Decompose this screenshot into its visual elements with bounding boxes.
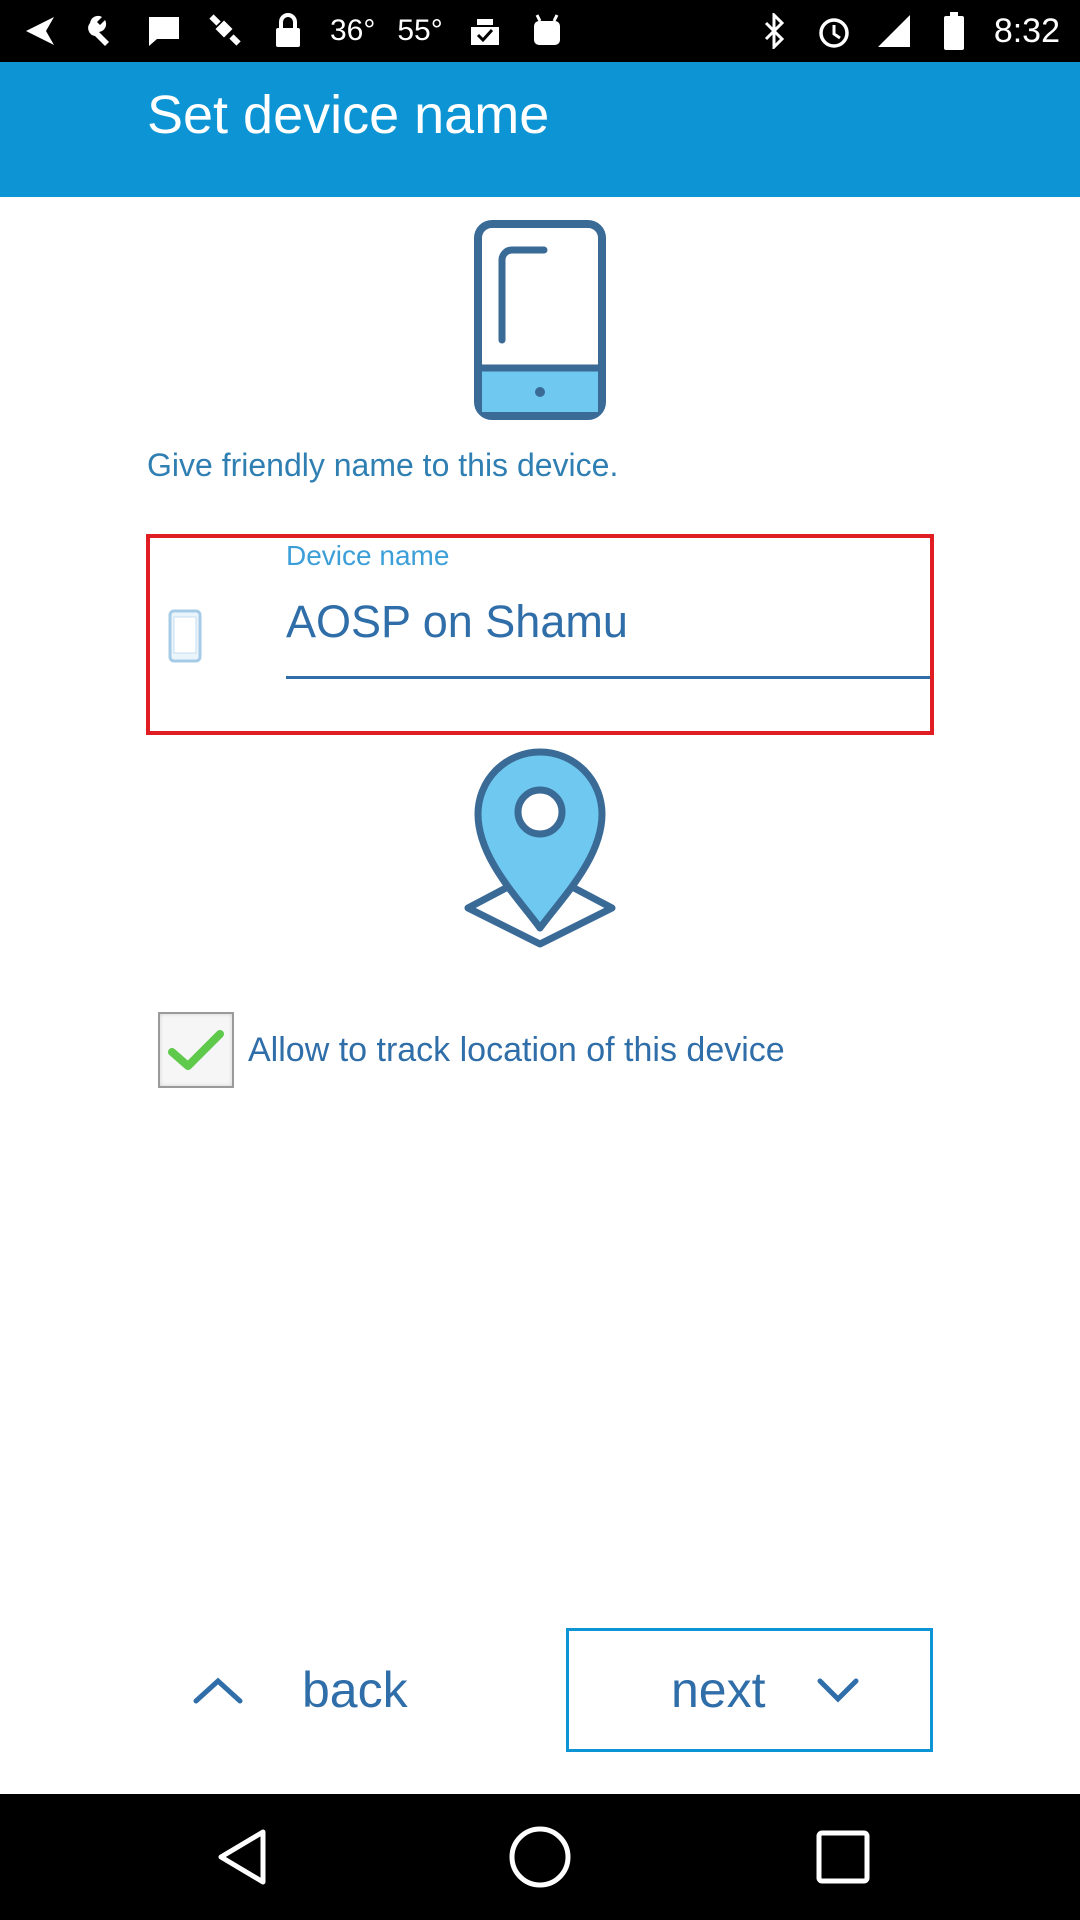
nav-home-icon[interactable] [507, 1824, 573, 1890]
checkmark-icon [168, 1030, 224, 1070]
phone-icon [168, 609, 202, 663]
track-location-label: Allow to track location of this device [248, 1030, 785, 1069]
clock: 8:32 [993, 11, 1060, 50]
track-location-row[interactable]: Allow to track location of this device [158, 1012, 785, 1088]
next-button[interactable]: next [566, 1628, 933, 1752]
next-button-label: next [671, 1662, 766, 1718]
alarm-icon [814, 11, 854, 51]
nav-recents-icon[interactable] [810, 1824, 876, 1890]
device-name-hint: Give friendly name to this device. [147, 447, 619, 483]
device-name-input[interactable] [286, 596, 926, 648]
input-underline [286, 676, 930, 679]
smartphone-icon [474, 220, 606, 420]
chevron-down-icon [817, 1678, 859, 1703]
device-name-field[interactable]: Device name [146, 534, 934, 735]
temperature-1: 36° [330, 14, 376, 47]
back-button[interactable]: back [170, 1628, 460, 1752]
back-button-label: back [302, 1662, 408, 1718]
page-title: Set device name [147, 85, 550, 145]
chevron-up-icon [193, 1677, 243, 1704]
navigation-bar [0, 1794, 1080, 1920]
bluetooth-icon [754, 11, 794, 51]
android-icon [527, 11, 567, 51]
back-arrow-icon [20, 11, 60, 51]
gps-satellite-icon [206, 11, 246, 51]
wave-divider [0, 172, 1080, 188]
clipboard-check-icon [465, 11, 505, 51]
signal-icon [874, 11, 914, 51]
device-name-label: Device name [286, 540, 450, 571]
status-bar: 36° 55° 8:32 [0, 0, 1080, 62]
battery-icon [934, 11, 974, 51]
location-pin-icon [464, 748, 616, 948]
temperature-2: 55° [397, 14, 443, 47]
wrench-icon [82, 11, 122, 51]
lock-icon [268, 11, 308, 51]
message-icon [144, 11, 184, 51]
nav-back-icon[interactable] [208, 1824, 274, 1890]
track-location-checkbox[interactable] [158, 1012, 234, 1088]
